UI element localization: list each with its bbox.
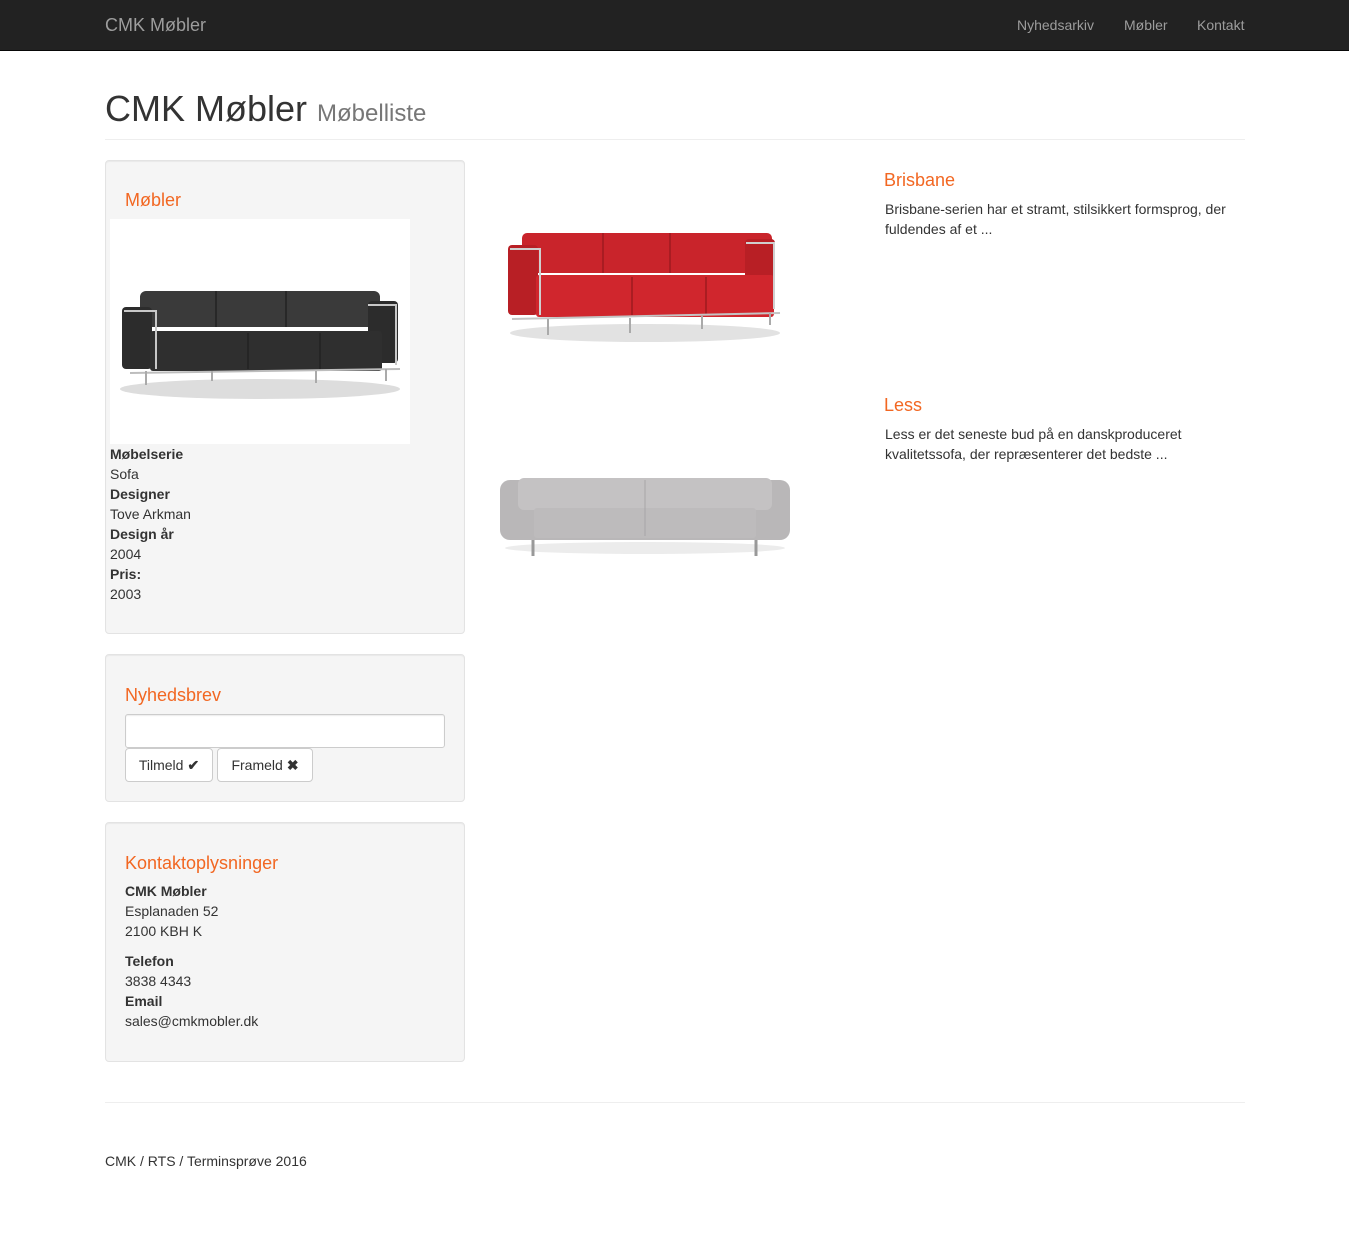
featured-sofa-image (110, 219, 410, 444)
subscribe-button-label: Tilmeld (138, 757, 184, 773)
product-title-brisbane[interactable]: Brisbane (884, 170, 955, 191)
contact-company: CMK Møbler (125, 883, 207, 899)
contact-panel-title: Kontaktoplysninger (125, 853, 279, 873)
check-icon: ✔ (187, 756, 200, 773)
contact-email: sales@cmkmobler.dk (125, 1013, 259, 1029)
detail-value-year: 2004 (110, 546, 142, 562)
nav-link-mobler[interactable]: Møbler (1124, 17, 1168, 33)
contact-email-label: Email (125, 993, 163, 1009)
subscribe-button[interactable]: Tilmeld ✔ (125, 748, 213, 782)
nav-link-nyhedsarkiv[interactable]: Nyhedsarkiv (1017, 17, 1094, 33)
page-title: CMK Møbler Møbelliste (105, 88, 1245, 135)
contact-street: Esplanaden 52 (125, 903, 219, 919)
detail-label-designer: Designer (110, 486, 170, 502)
navbar-brand[interactable]: CMK Møbler (105, 15, 206, 36)
less-product-image[interactable] (498, 470, 793, 562)
detail-value-designer: Tove Arkman (110, 506, 191, 522)
footer-text: CMK / RTS / Terminsprøve 2016 (105, 1153, 307, 1169)
footer-divider (105, 1102, 1245, 1103)
product-desc-less: Less er det seneste bud på en danskprodu… (885, 426, 1182, 462)
unsubscribe-button-label: Frameld (231, 757, 283, 773)
contact-city: 2100 KBH K (125, 923, 203, 939)
page-header: CMK Møbler Møbelliste (105, 88, 1245, 140)
contact-phone: 3838 4343 (125, 973, 192, 989)
contact-phone-label: Telefon (125, 953, 174, 969)
detail-value-series: Sofa (110, 466, 139, 482)
contact-panel: Kontaktoplysninger CMK Møbler Esplanaden… (105, 822, 465, 1062)
detail-label-price: Pris: (110, 566, 142, 582)
page-title-text: CMK Møbler (105, 88, 308, 129)
product-desc-brisbane: Brisbane-serien har et stramt, stilsikke… (885, 201, 1226, 237)
brisbane-product-image[interactable] (500, 225, 790, 350)
nav-link-kontakt[interactable]: Kontakt (1197, 17, 1244, 33)
remove-icon: ✖ (286, 756, 299, 773)
furniture-panel: Møbler Møbelserie Sofa Designer Tove Ark… (105, 160, 465, 634)
newsletter-email-input[interactable] (125, 714, 445, 748)
newsletter-panel-title: Nyhedsbrev (125, 685, 222, 705)
contact-address: CMK Møbler Esplanaden 52 2100 KBH K Tele… (125, 881, 258, 1031)
page-subtitle: Møbelliste (317, 100, 427, 127)
product-title-less[interactable]: Less (884, 395, 922, 416)
furniture-details: Møbelserie Sofa Designer Tove Arkman Des… (110, 444, 191, 604)
top-navbar: CMK Møbler Nyhedsarkiv Møbler Kontakt (0, 0, 1349, 51)
furniture-panel-title: Møbler (125, 190, 182, 210)
newsletter-panel: Nyhedsbrev Tilmeld ✔ Frameld ✖ (105, 654, 465, 802)
detail-value-price: 2003 (110, 586, 142, 602)
detail-label-series: Møbelserie (110, 446, 184, 462)
unsubscribe-button[interactable]: Frameld ✖ (217, 748, 313, 782)
detail-label-year: Design år (110, 526, 174, 542)
